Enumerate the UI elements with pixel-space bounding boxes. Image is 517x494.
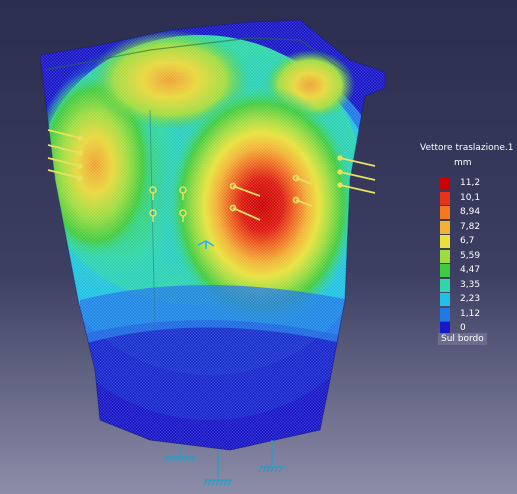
legend-entry: 8,94 <box>440 206 510 219</box>
legend-value: 10,1 <box>460 192 481 203</box>
legend-value: 4,47 <box>460 265 481 275</box>
legend-value: 5,59 <box>460 250 481 261</box>
legend-value: 7,82 <box>460 221 481 232</box>
legend-color-swatch <box>440 307 450 321</box>
legend-unit: mm <box>454 158 472 168</box>
legend-entry: 6,7 <box>440 235 510 248</box>
legend-entry: 11,2 <box>440 177 510 190</box>
legend-color-swatch <box>440 191 450 205</box>
legend-color-swatch <box>440 177 450 190</box>
legend-color-swatch <box>440 249 450 263</box>
legend-entry: 10,1 <box>440 191 510 205</box>
legend-footer-label[interactable]: Sul bordo <box>438 333 487 345</box>
legend-color-swatch <box>440 293 450 306</box>
legend-entry: 5,59 <box>440 249 510 263</box>
legend-color-swatch <box>440 235 450 248</box>
legend-color-swatch <box>440 278 450 292</box>
legend-value: 6,7 <box>460 236 475 246</box>
legend-entry: 4,47 <box>440 264 510 277</box>
legend-color-swatch <box>440 264 450 277</box>
restraint-support-left <box>163 445 196 463</box>
legend-value: 2,23 <box>460 294 481 304</box>
legend-value: 8,94 <box>460 207 481 217</box>
legend-color-swatch <box>440 220 450 234</box>
legend-entry: 1,12 <box>440 307 510 321</box>
restraint-support-mid <box>203 452 232 486</box>
legend-value: 3,35 <box>460 279 481 290</box>
legend-title: Vettore traslazione.1 <box>420 143 514 153</box>
legend-entry: 2,23 <box>440 293 510 306</box>
legend-value: 1,12 <box>460 308 481 319</box>
legend-entry: 3,35 <box>440 278 510 292</box>
legend-entry: 7,82 <box>440 220 510 234</box>
legend-color-swatch <box>440 206 450 219</box>
legend-value: 11,2 <box>460 178 481 188</box>
restraint-support-right <box>258 440 285 473</box>
